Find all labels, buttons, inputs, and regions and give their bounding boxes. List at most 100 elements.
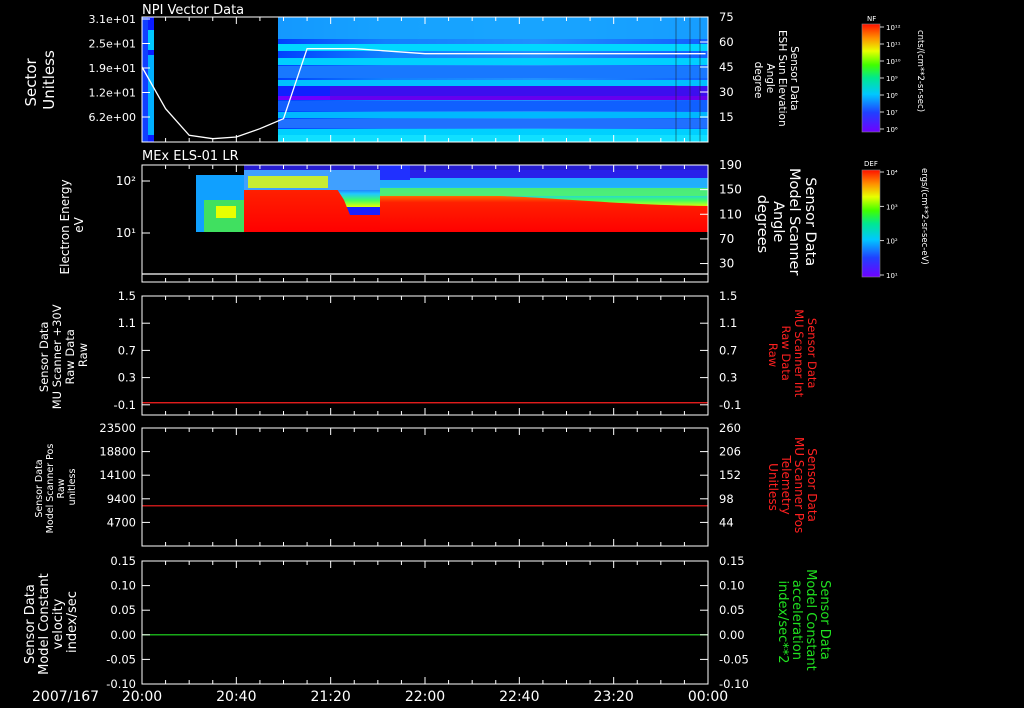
els-spectrogram bbox=[142, 165, 708, 282]
p5-rlabel-line1: Sensor Data bbox=[817, 580, 832, 660]
svg-text:Sensor Data Model Consta: Sensor Data Model Constant velocity inde… bbox=[23, 569, 80, 675]
p4-rlabel-line4: Unitless bbox=[766, 463, 780, 511]
p3-left-tick-label: 1.1 bbox=[118, 316, 136, 330]
npi-left-axis: 3.1e+01 2.5e+01 1.9e+01 1.2e+01 6.2e+00 bbox=[89, 13, 150, 124]
p4-ylabel-line3: Raw bbox=[56, 478, 67, 498]
els-right-tick-label: 150 bbox=[719, 183, 742, 197]
date-label: 2007/167 bbox=[32, 689, 99, 705]
time-tick-labels: 20:00 20:40 21:20 22:00 22:40 23:20 00:00 bbox=[122, 689, 728, 705]
model-constant-frame bbox=[141, 560, 709, 685]
p5-left-tick-label: 0.10 bbox=[110, 579, 136, 593]
p5-ylabel-line2: Model Constant bbox=[37, 573, 52, 675]
scanner-pos-right-axis: 260 206 152 98 44 bbox=[700, 421, 741, 529]
els-rlabel-line3: Angle bbox=[770, 201, 786, 242]
els-left-tick-label: 10¹ bbox=[116, 226, 136, 240]
els-rlabel-line1: Sensor Data bbox=[802, 177, 818, 266]
p3-ylabel-line4: Raw bbox=[76, 343, 90, 367]
p3-ylabel-line2: MU Scanner +30V bbox=[50, 304, 64, 409]
npi-panel-title: NPI Vector Data bbox=[142, 3, 244, 18]
npi-right-tick-label: 15 bbox=[719, 110, 734, 124]
p3-left-tick-label: 1.5 bbox=[118, 289, 136, 303]
els-colorbar-label: DEF bbox=[864, 160, 878, 168]
els-ylabel-line2: eV bbox=[72, 216, 86, 232]
npi-colorbar-label: NF bbox=[867, 15, 876, 23]
npi-left-tick-label: 6.2e+00 bbox=[89, 111, 136, 124]
npi-ylabel-line2: Unitless bbox=[40, 50, 58, 110]
els-rlabel-line2: Model Scanner bbox=[786, 168, 802, 276]
els-left-tick-label: 10² bbox=[116, 174, 136, 188]
colorbar-tick-label: 10² bbox=[886, 238, 898, 246]
p4-right-tick-label: 206 bbox=[719, 445, 741, 459]
model-constant-panel: 0.150.100.050.00-0.05-0.10 0.150.100.050… bbox=[23, 554, 832, 691]
colorbar-tick-label: 10¹⁰ bbox=[886, 58, 901, 66]
colorbar-tick-label: 10⁴ bbox=[886, 169, 898, 177]
els-ylabel-line1: Electron Energy bbox=[58, 179, 72, 274]
els-right-tick-label: 70 bbox=[719, 232, 734, 246]
npi-right-tick-label: 30 bbox=[719, 85, 734, 99]
colorbar-tick-label: 10¹ bbox=[886, 272, 898, 280]
npi-rlabel-line2: ESH Sun Elevation bbox=[776, 30, 788, 127]
p4-right-tick-label: 98 bbox=[719, 492, 734, 506]
p4-rlabel-line1: Sensor Data bbox=[805, 448, 819, 522]
p3-rlabel-line4: Raw bbox=[766, 343, 780, 367]
p5-rlabel-line3: acceleration bbox=[789, 580, 804, 660]
npi-rlabel-line4: degree bbox=[752, 62, 764, 99]
p5-left-tick-label: 0.00 bbox=[110, 628, 136, 642]
svg-text:Sector Unitless: Sector Unitless bbox=[22, 50, 58, 110]
scanner30v-right-axis: 1.5 1.1 0.7 0.3 -0.1 bbox=[700, 289, 741, 412]
time-tick-label: 00:00 bbox=[688, 689, 728, 705]
p4-left-tick-label: 14100 bbox=[99, 468, 136, 482]
model-constant-left-axis: 0.150.100.050.00-0.05-0.10 bbox=[106, 554, 150, 691]
colorbar-tick-label: 10⁶ bbox=[886, 126, 898, 134]
model-constant-right-axis: 0.150.100.050.00-0.05-0.10 bbox=[700, 554, 749, 691]
p3-ylabel-line3: Raw Data bbox=[63, 329, 77, 384]
time-tick-label: 23:20 bbox=[593, 689, 633, 705]
p5-ylabel-line1: Sensor Data bbox=[23, 584, 38, 664]
colorbar-tick-label: 10¹² bbox=[886, 24, 901, 32]
p4-ylabel-line4: unitless bbox=[67, 469, 78, 506]
time-tick-label: 20:40 bbox=[216, 689, 256, 705]
scanner30v-frame bbox=[141, 295, 709, 416]
p4-left-tick-label: 18800 bbox=[99, 445, 136, 459]
colorbar-tick-label: 10⁷ bbox=[886, 109, 898, 117]
p4-right-tick-label: 152 bbox=[719, 468, 741, 482]
npi-colorbar-gradient bbox=[861, 23, 881, 133]
p5-right-tick-label: -0.05 bbox=[719, 652, 749, 666]
plot-canvas: NPI Vector Data 3.1e+012.5e+011.9e+011.2… bbox=[22, 3, 929, 705]
npi-rlabel-line1: Sensor Data bbox=[788, 46, 800, 110]
npi-left-tick-label: 3.1e+01 bbox=[89, 13, 136, 26]
p4-left-tick-label: 9400 bbox=[107, 492, 136, 506]
time-tick-label: 22:40 bbox=[499, 689, 539, 705]
p3-left-tick-label: 0.7 bbox=[118, 343, 136, 357]
npi-right-tick-label: 60 bbox=[719, 35, 734, 49]
p5-left-tick-label: 0.05 bbox=[110, 603, 136, 617]
time-axis: 2007/167 20:00 20:40 21:20 22:00 22:40 23:20 0… bbox=[32, 689, 728, 705]
npi-left-tick-label: 1.2e+01 bbox=[89, 87, 136, 100]
time-tick-label: 20:00 bbox=[122, 689, 162, 705]
svg-text:Sensor Data MU Scanner I: Sensor Data MU Scanner Int Raw Data Raw bbox=[766, 309, 819, 401]
p3-left-tick-label: 0.3 bbox=[118, 371, 136, 385]
p5-right-tick-label: 0.15 bbox=[719, 554, 745, 568]
p3-rlabel-line2: MU Scanner Int bbox=[792, 309, 806, 397]
p3-right-tick-label: -0.1 bbox=[719, 398, 741, 412]
p3-right-tick-label: 1.5 bbox=[719, 289, 737, 303]
p4-ylabel-line1: Sensor Data bbox=[34, 459, 45, 517]
svg-text:Sensor Data Model Scanne: Sensor Data Model Scanner Angle degrees bbox=[754, 168, 818, 280]
els-right-tick-label: 30 bbox=[719, 257, 734, 271]
els-colorbar-ticks: 10⁴ 10³ 10² 10¹ bbox=[880, 169, 898, 280]
time-tick-label: 21:20 bbox=[310, 689, 350, 705]
p3-right-tick-label: 0.3 bbox=[719, 371, 737, 385]
scanner30v-panel: 1.5 1.1 0.7 0.3 -0.1 1.5 1.1 0.7 0.3 -0.1 Sensor… bbox=[37, 289, 819, 416]
scanner-pos-panel: 23500 18800 14100 9400 4700 260 206 152 98 44 Se… bbox=[34, 421, 819, 547]
p5-left-tick-label: 0.15 bbox=[110, 554, 136, 568]
npi-colorbar-units: cnts/(cm**2-sr-sec) bbox=[915, 30, 925, 112]
npi-ylabel-line1: Sector bbox=[22, 57, 40, 106]
els-colorbar-units: ergs/(cm**2-sr-sec-eV) bbox=[919, 168, 929, 265]
p5-ylabel-line3: velocity bbox=[51, 598, 66, 649]
npi-right-tick-label: 45 bbox=[719, 60, 734, 74]
p5-right-tick-label: 0.10 bbox=[719, 579, 745, 593]
npi-colorbar: NF 10¹² 10¹¹ 10¹⁰ 10⁹ 10⁸ 10⁷ 10⁶ cnts/(cm**2-… bbox=[861, 15, 925, 134]
svg-text:Electron Energy eV: Electron Energy eV bbox=[58, 176, 86, 275]
els-right-tick-label: 190 bbox=[719, 158, 742, 172]
p4-left-tick-label: 4700 bbox=[107, 515, 136, 529]
